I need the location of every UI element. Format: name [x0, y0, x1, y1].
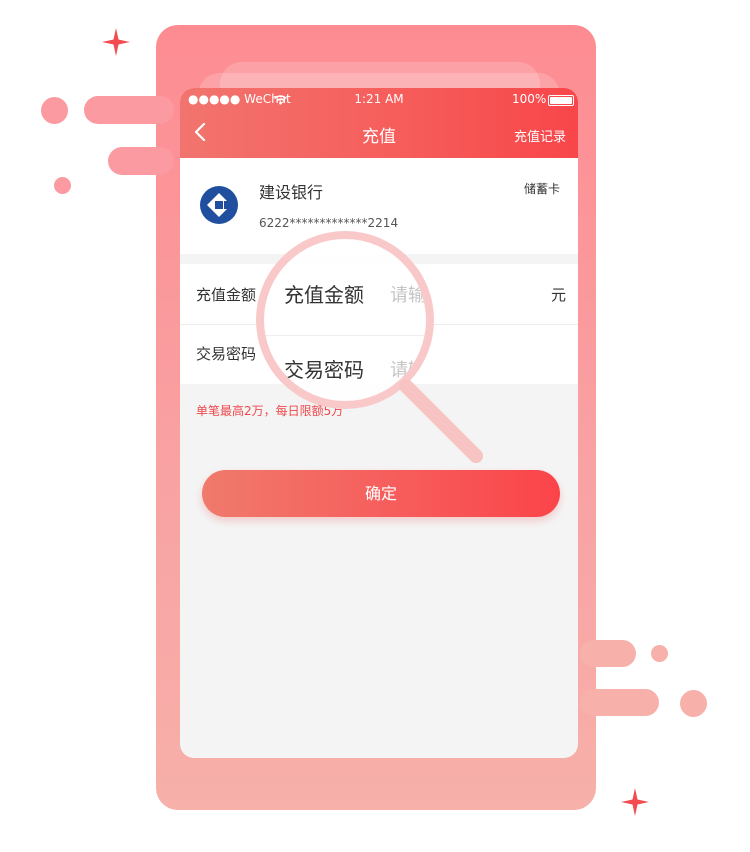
status-battery-text: 100%	[512, 92, 547, 106]
decor-bar-right-bottom	[580, 689, 659, 716]
sparkle-icon	[621, 788, 649, 816]
confirm-button[interactable]: 确定	[202, 470, 560, 517]
recharge-history-link[interactable]: 充值记录	[514, 126, 566, 145]
sparkle-icon	[102, 28, 130, 56]
decor-bar-middle	[108, 147, 174, 175]
decor-dot-right-small	[651, 645, 668, 662]
card-number: 6222*************2214	[259, 216, 399, 230]
app-header: ●●●●● WeChat 1:21 AM 100% 充值 充值记录	[180, 88, 578, 158]
password-label: 交易密码	[196, 345, 257, 363]
decor-dot-right-large	[680, 690, 707, 717]
decor-bar-top	[84, 96, 174, 124]
decor-dot-small	[54, 177, 71, 194]
battery-icon	[548, 95, 574, 106]
ccb-logo-icon	[200, 186, 238, 224]
phone-screen: ●●●●● WeChat 1:21 AM 100% 充值 充值记录 建设银行 6…	[180, 88, 578, 758]
bank-name: 建设银行	[259, 183, 324, 202]
decor-dot-large	[41, 97, 68, 124]
magnified-amount-label: 充值金额	[284, 283, 364, 307]
amount-label: 充值金额	[196, 286, 257, 304]
magnified-divider	[264, 335, 426, 336]
amount-unit: 元	[550, 286, 566, 304]
card-type: 储蓄卡	[523, 182, 560, 196]
magnified-password-label: 交易密码	[284, 358, 364, 382]
magnified-amount-placeholder: 请输	[390, 285, 426, 306]
decor-bar-right-top	[580, 640, 636, 667]
magnifier-handle-icon	[399, 379, 483, 463]
